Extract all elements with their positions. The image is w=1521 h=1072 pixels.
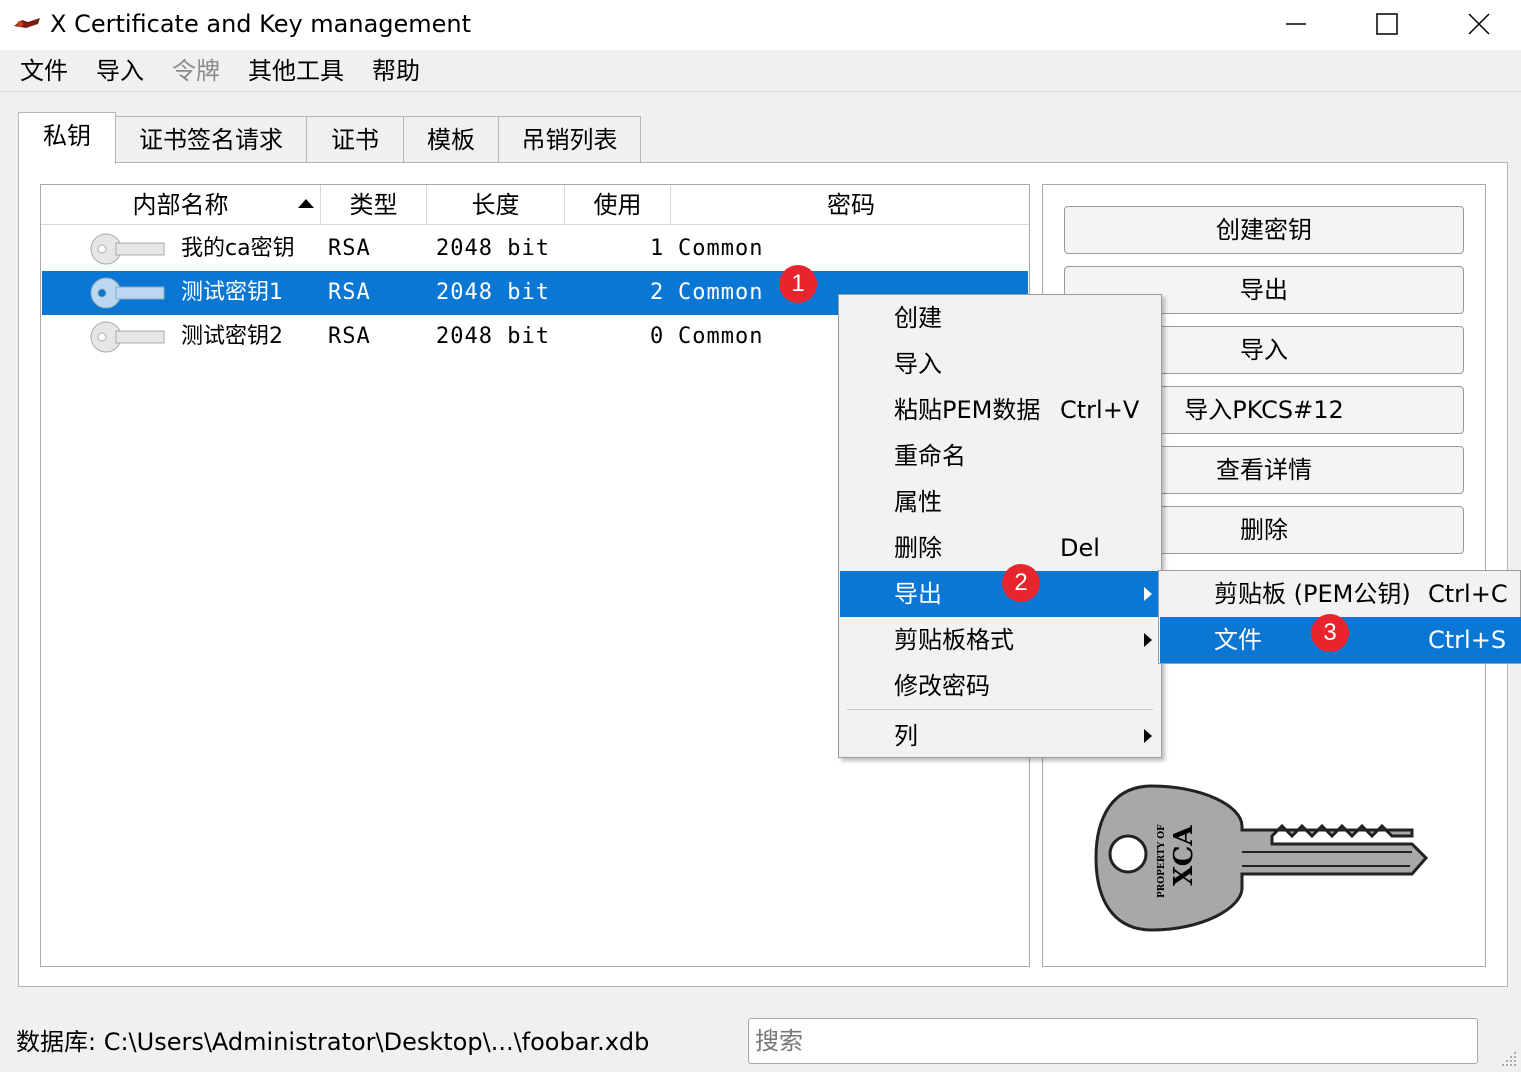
step-badge-1: 1 [779,265,817,303]
step-badge-2: 2 [1002,564,1040,602]
submenu-arrow-icon [1144,587,1152,601]
key-icon [90,277,165,309]
column-header-length[interactable]: 长度 [427,185,565,225]
create-key-button[interactable]: 创建密钥 [1064,206,1464,254]
search-input[interactable] [748,1018,1478,1064]
tab-certificates[interactable]: 证书 [306,116,404,162]
ctx-change-password[interactable]: 修改密码 [840,663,1160,709]
key-use-count: 0 [650,324,665,349]
key-password: Common [678,236,764,261]
context-menu: 创建 导入 粘贴PEM数据 Ctrl+V 重命名 属性 删除 Del 导出 剪贴板格… [838,294,1162,758]
tab-revocation-lists[interactable]: 吊销列表 [498,116,641,162]
window-title: X Certificate and Key management [50,10,472,38]
key-length: 2048 bit [436,280,550,305]
column-header-use[interactable]: 使用 [565,185,671,225]
key-text-xca: XCA [1169,825,1199,886]
table-row[interactable]: 我的ca密钥 RSA 2048 bit 1 Common [42,227,1028,271]
tab-templates[interactable]: 模板 [403,116,499,162]
resize-grip-icon[interactable] [1500,1050,1518,1068]
database-path: 数据库: C:\Users\Administrator\Desktop\...\… [16,1028,650,1056]
minimize-button[interactable] [1250,0,1342,50]
ctx-paste-pem[interactable]: 粘贴PEM数据 Ctrl+V [840,387,1160,433]
key-type: RSA [328,280,371,305]
tab-private-keys[interactable]: 私钥 [18,112,116,164]
menu-file[interactable]: 文件 [20,56,68,86]
key-icon [90,233,165,265]
key-length: 2048 bit [436,236,550,261]
submenu-clipboard-pem-public[interactable]: 剪贴板 (PEM公钥) Ctrl+C [1160,571,1521,617]
minimize-icon [1286,23,1306,25]
submenu-arrow-icon [1144,633,1152,647]
menu-other-tools[interactable]: 其他工具 [248,56,344,86]
menu-help[interactable]: 帮助 [372,56,420,86]
xca-app-icon [14,18,40,28]
menu-token[interactable]: 令牌 [172,56,220,86]
submenu-arrow-icon [1144,729,1152,743]
key-use-count: 1 [650,236,665,261]
ctx-create[interactable]: 创建 [840,295,1160,341]
ctx-columns[interactable]: 列 [840,713,1160,759]
key-text-property-of: PROPERTY OF [1157,824,1167,898]
sort-ascending-icon [298,199,314,208]
key-icon [90,321,165,353]
tab-csr[interactable]: 证书签名请求 [115,116,307,162]
close-button[interactable] [1434,0,1521,50]
maximize-button[interactable] [1342,0,1434,50]
xca-key-image: PROPERTY OF XCA [1094,784,1429,932]
column-header-password[interactable]: 密码 [671,185,1029,225]
column-label: 内部名称 [132,191,229,219]
key-name: 测试密钥2 [181,324,283,349]
ctx-import[interactable]: 导入 [840,341,1160,387]
key-password: Common [678,324,764,349]
close-icon [1468,13,1490,35]
ctx-clipboard-format[interactable]: 剪贴板格式 [840,617,1160,663]
maximize-icon [1376,13,1398,35]
menu-separator [847,709,1153,710]
column-header-internal-name[interactable]: 内部名称 [41,185,321,225]
key-password: Common [678,280,764,305]
key-name: 测试密钥1 [181,280,283,305]
ctx-properties[interactable]: 属性 [840,479,1160,525]
key-use-count: 2 [650,280,665,305]
ctx-rename[interactable]: 重命名 [840,433,1160,479]
key-type: RSA [328,324,371,349]
menu-bar: 文件 导入 令牌 其他工具 帮助 [0,50,1521,92]
key-name: 我的ca密钥 [181,236,295,261]
ctx-export[interactable]: 导出 [840,571,1160,617]
key-type: RSA [328,236,371,261]
menu-import[interactable]: 导入 [96,56,144,86]
step-badge-3: 3 [1311,614,1349,652]
key-length: 2048 bit [436,324,550,349]
ctx-delete[interactable]: 删除 Del [840,525,1160,571]
column-header-type[interactable]: 类型 [321,185,427,225]
title-bar: X Certificate and Key management [0,0,1521,50]
